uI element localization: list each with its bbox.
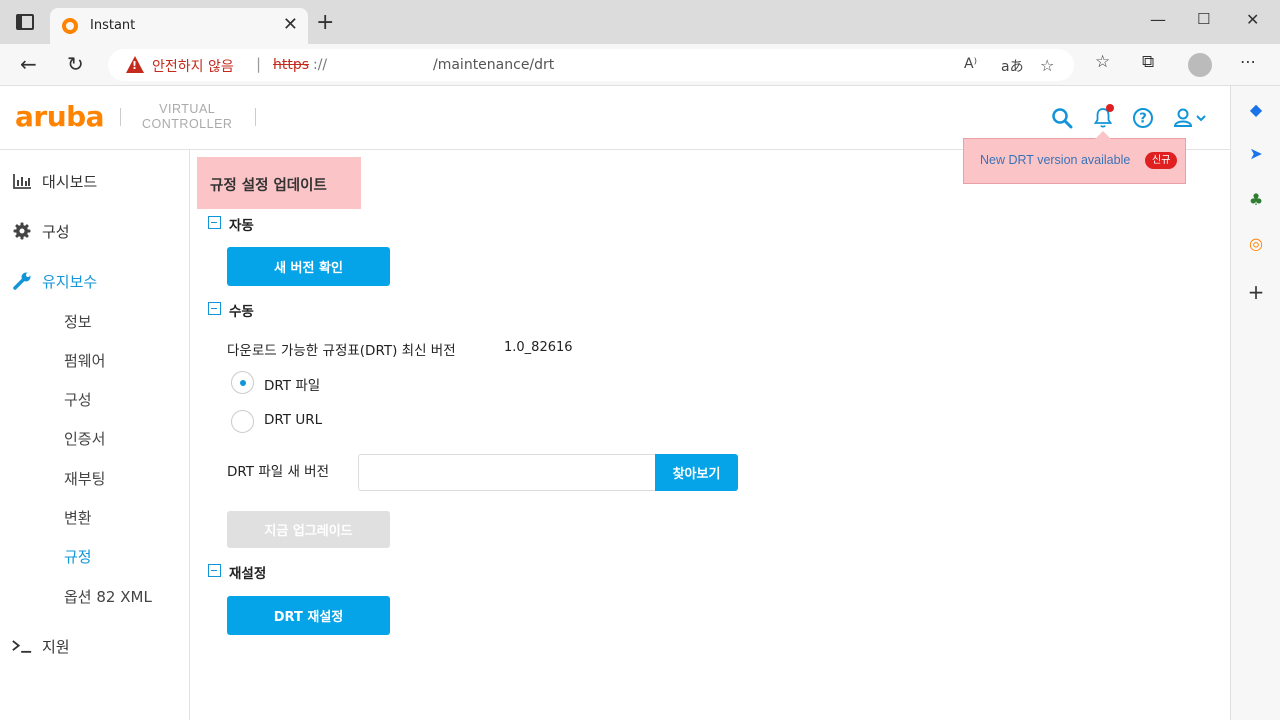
upgrade-now-button: 지금 업그레이드 <box>227 511 390 548</box>
browser-sidebar: ◆ ➤ ♣ ◎ + <box>1230 86 1280 720</box>
browser-nav-bar: ← ↻ 안전하지 않음 | https :// /maintenance/drt… <box>0 44 1280 86</box>
aruba-favicon-icon <box>62 18 78 34</box>
url-path: /maintenance/drt <box>433 57 555 73</box>
latest-version-label: 다운로드 가능한 규정표(DRT) 최신 버전 <box>227 343 456 359</box>
collapse-icon[interactable] <box>208 216 221 229</box>
send-icon[interactable]: ➤ <box>1246 144 1266 164</box>
nav-configuration-label: 구성 <box>42 223 70 241</box>
collapse-icon[interactable] <box>208 302 221 315</box>
nav-dashboard[interactable]: 대시보드 <box>0 163 190 199</box>
search-icon[interactable] <box>1050 106 1074 130</box>
warning-icon <box>126 56 144 73</box>
svg-text:?: ? <box>1139 112 1147 127</box>
add-sidebar-icon[interactable]: + <box>1246 280 1266 304</box>
subnav-regulatory[interactable]: 규정 <box>64 546 92 567</box>
product-name: VIRTUAL CONTROLLER <box>142 102 232 132</box>
reset-drt-button[interactable]: DRT 재설정 <box>227 596 390 635</box>
security-warning[interactable]: 안전하지 않음 <box>152 56 234 76</box>
user-menu-icon[interactable] <box>1172 106 1212 130</box>
dashboard-chart-icon <box>13 174 31 189</box>
tab-actions-icon[interactable] <box>16 14 34 30</box>
tab-title: Instant <box>90 18 136 33</box>
section-manual-label: 수동 <box>229 304 254 320</box>
favorites-icon[interactable]: ☆ <box>1095 52 1110 72</box>
check-new-version-button[interactable]: 새 버전 확인 <box>227 247 390 286</box>
translate-icon[interactable]: aあ <box>1001 56 1024 76</box>
url-slashes: :// <box>313 57 328 73</box>
radio-drt-url[interactable] <box>231 410 254 433</box>
section-auto-label: 자동 <box>229 218 254 234</box>
nav-maintenance-label: 유지보수 <box>42 273 98 291</box>
page-title: 규정 설정 업데이트 <box>197 157 361 209</box>
new-tab-icon[interactable]: + <box>316 10 334 35</box>
browser-tab[interactable]: Instant ✕ <box>50 8 308 44</box>
wrench-icon <box>13 272 31 290</box>
notification-popover[interactable]: New DRT version available 신규 <box>963 131 1186 184</box>
back-icon[interactable]: ← <box>20 52 37 76</box>
minimize-icon[interactable]: — <box>1150 10 1166 29</box>
nav-support[interactable]: 지원 <box>0 628 190 664</box>
file-path-input[interactable] <box>358 454 656 491</box>
nav-configuration[interactable]: 구성 <box>0 213 190 249</box>
nav-support-label: 지원 <box>42 638 70 656</box>
tree-icon[interactable]: ♣ <box>1246 190 1266 210</box>
subnav-option82-xml[interactable]: 옵션 82 XML <box>64 586 152 607</box>
new-badge: 신규 <box>1145 152 1178 169</box>
nav-dashboard-label: 대시보드 <box>42 173 98 191</box>
header-divider <box>255 108 256 126</box>
product-name-line2: CONTROLLER <box>142 117 233 131</box>
tab-close-icon[interactable]: ✕ <box>283 14 298 35</box>
subnav-firmware[interactable]: 펌웨어 <box>64 350 105 371</box>
url-scheme: https <box>273 57 310 73</box>
collections-icon[interactable]: ⧉ <box>1142 52 1154 72</box>
add-favorite-icon[interactable]: ☆ <box>1040 56 1054 75</box>
section-reset-label: 재설정 <box>229 566 267 582</box>
subnav-convert[interactable]: 변환 <box>64 507 92 528</box>
radio-drt-file[interactable] <box>231 371 254 394</box>
address-bar[interactable]: 안전하지 않음 | https :// /maintenance/drt A⁾ … <box>108 49 1074 81</box>
settings-more-icon[interactable]: ⋯ <box>1240 52 1256 71</box>
product-name-line1: VIRTUAL <box>159 102 216 116</box>
subnav-certificates[interactable]: 인증서 <box>64 428 105 449</box>
collapse-icon[interactable] <box>208 564 221 577</box>
browser-tab-bar: Instant ✕ + — ☐ ✕ <box>0 0 1280 44</box>
notification-dot <box>1106 104 1114 112</box>
file-new-version-label: DRT 파일 새 버전 <box>227 464 330 480</box>
notification-text[interactable]: New DRT version available <box>980 153 1130 167</box>
radio-drt-file-label[interactable]: DRT 파일 <box>264 374 320 394</box>
latest-version-value: 1.0_82616 <box>504 340 573 355</box>
browse-button[interactable]: 찾아보기 <box>655 454 738 491</box>
refresh-icon[interactable]: ↻ <box>67 52 84 76</box>
subnav-reboot[interactable]: 재부팅 <box>64 468 105 489</box>
read-aloud-icon[interactable]: A⁾ <box>964 56 977 72</box>
aruba-app-icon[interactable]: ◎ <box>1246 234 1266 254</box>
shopping-tag-icon[interactable]: ◆ <box>1246 100 1266 120</box>
help-icon[interactable]: ? <box>1131 106 1155 130</box>
nav-maintenance[interactable]: 유지보수 <box>0 263 190 299</box>
subnav-configuration[interactable]: 구성 <box>64 389 92 410</box>
address-separator: | <box>256 55 262 73</box>
gear-icon <box>13 222 31 240</box>
left-navigation: 대시보드 구성 유지보수 정보 펌웨어 구성 인증서 재부팅 변환 규정 옵션 … <box>0 150 190 720</box>
terminal-icon <box>12 640 32 653</box>
subnav-info[interactable]: 정보 <box>64 311 92 332</box>
maximize-icon[interactable]: ☐ <box>1197 10 1210 28</box>
profile-avatar[interactable] <box>1188 53 1212 77</box>
window-close-icon[interactable]: ✕ <box>1246 10 1259 29</box>
radio-drt-url-label[interactable]: DRT URL <box>264 412 322 428</box>
aruba-logo: aruba <box>15 100 105 133</box>
header-divider <box>120 108 121 126</box>
page-title-text: 규정 설정 업데이트 <box>210 178 327 194</box>
